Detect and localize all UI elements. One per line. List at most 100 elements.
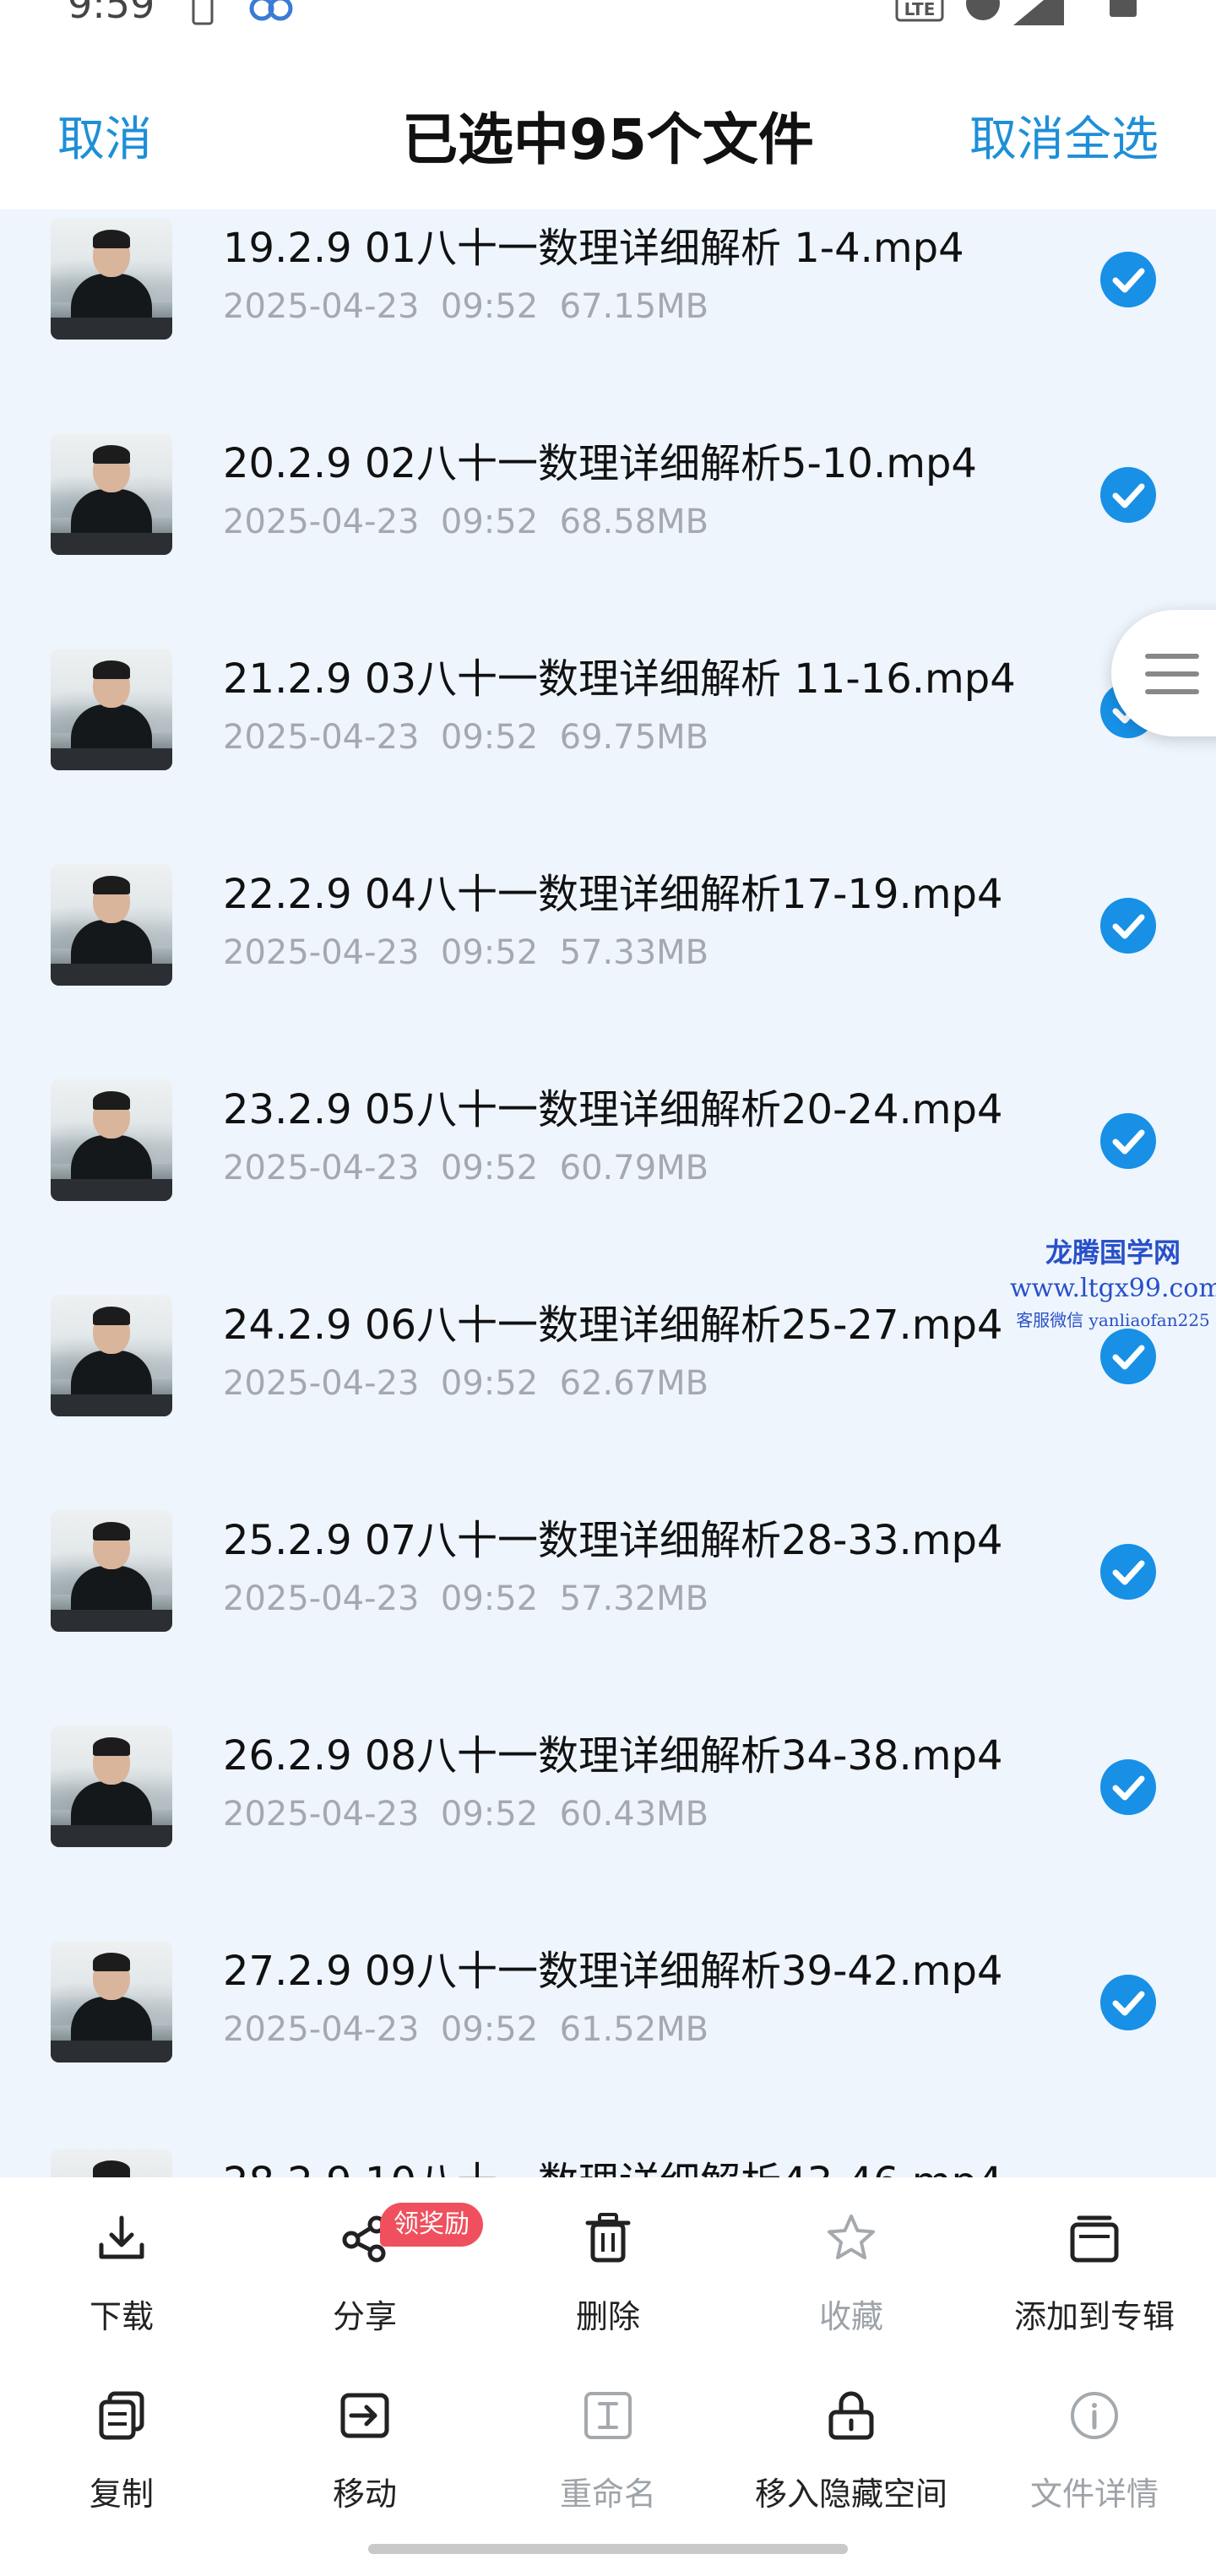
menu-icon [1145,654,1199,694]
file-name: 25.2.9 07八十一数理详细解析28-33.mp4 [223,1517,1003,1564]
file-meta: 2025-04-23 09:52 60.43MB [223,1795,708,1834]
file-size: 67.15MB [559,287,709,326]
home-indicator[interactable] [368,2544,848,2554]
move-to-hidden-space-button[interactable]: 移入隐藏空间 [730,2355,973,2524]
selected-check-icon[interactable] [1100,1329,1156,1384]
file-time: 09:52 [440,503,539,541]
copy-button[interactable]: 复制 [0,2355,243,2524]
file-time: 09:52 [440,2010,539,2049]
add-to-album-button[interactable]: 添加到专辑 [973,2177,1216,2346]
move-label: 移动 [332,2475,397,2513]
file-date: 2025-04-23 [223,503,420,541]
file-row[interactable]: 25.2.9 07八十一数理详细解析28-33.mp4 2025-04-23 0… [0,1502,1216,1717]
file-row[interactable]: 26.2.9 08八十一数理详细解析34-38.mp4 2025-04-23 0… [0,1717,1216,1932]
file-row[interactable]: 21.2.9 03八十一数理详细解析 11-16.mp4 2025-04-23 … [0,640,1216,856]
video-thumbnail [51,1510,172,1632]
download-button[interactable]: 下载 [0,2177,243,2346]
file-name: 20.2.9 02八十一数理详细解析5-10.mp4 [223,440,977,487]
move-button[interactable]: 移动 [243,2355,486,2524]
watermark-url: www.ltgx99.com [1010,1274,1216,1303]
file-size: 61.52MB [559,2010,709,2049]
share-label: 分享 [332,2298,397,2335]
deselect-all-button[interactable]: 取消全选 [969,101,1159,170]
file-size: 60.79MB [559,1149,709,1187]
file-name: 26.2.9 08八十一数理详细解析34-38.mp4 [223,1732,1003,1780]
reward-badge[interactable]: 领奖励 [380,2203,483,2247]
download-label: 下载 [89,2298,154,2335]
delete-label: 删除 [575,2298,640,2335]
copy-icon [99,2391,144,2440]
file-date: 2025-04-23 [223,718,420,757]
album-icon [1070,2215,1119,2263]
file-date: 2025-04-23 [223,2010,420,2049]
file-meta: 2025-04-23 09:52 67.15MB [223,287,708,326]
lock-icon [828,2391,874,2440]
file-meta: 2025-04-23 09:52 60.79MB [223,1149,708,1187]
video-thumbnail [51,864,172,986]
selected-check-icon[interactable] [1100,1975,1156,2030]
file-name: 19.2.9 01八十一数理详细解析 1-4.mp4 [223,225,964,272]
lte-icon: LTE [895,0,944,22]
file-size: 62.67MB [559,1364,709,1403]
add-to-album-label: 添加到专辑 [1013,2298,1175,2335]
download-icon [99,2215,144,2259]
file-meta: 2025-04-23 09:52 61.52MB [223,2010,708,2049]
file-date: 2025-04-23 [223,933,420,972]
sim-card-icon [192,0,214,25]
rename-button[interactable]: 重命名 [486,2355,730,2524]
video-thumbnail [51,1941,172,2062]
file-size: 68.58MB [559,503,709,541]
star-icon [828,2215,875,2259]
file-row[interactable]: 20.2.9 02八十一数理详细解析5-10.mp4 2025-04-23 09… [0,425,1216,640]
file-date: 2025-04-23 [223,287,420,326]
video-thumbnail [51,1725,172,1847]
file-meta: 2025-04-23 09:52 68.58MB [223,503,708,541]
file-time: 09:52 [440,1364,539,1403]
file-time: 09:52 [440,1579,539,1618]
file-date: 2025-04-23 [223,1149,420,1187]
selection-header: 取消 已选中95个文件 取消全选 [0,34,1216,209]
file-name: 28.2.9 10八十一数理详细解析43-46.mp4 [223,2149,1003,2177]
file-size: 69.75MB [559,718,709,757]
do-not-disturb-icon [966,0,1000,20]
file-row[interactable]: 22.2.9 04八十一数理详细解析17-19.mp4 2025-04-23 0… [0,856,1216,1071]
video-thumbnail [51,649,172,770]
favorite-button[interactable]: 收藏 [730,2177,973,2346]
file-time: 09:52 [440,933,539,972]
file-time: 09:52 [440,1795,539,1834]
selected-check-icon[interactable] [1100,898,1156,954]
selected-check-icon[interactable] [1100,467,1156,523]
file-meta: 2025-04-23 09:52 69.75MB [223,718,708,757]
trash-icon [585,2213,631,2263]
video-thumbnail [51,2149,172,2177]
file-row[interactable]: 27.2.9 09八十一数理详细解析39-42.mp4 2025-04-23 0… [0,1932,1216,2148]
rename-icon [584,2392,632,2439]
file-name: 23.2.9 05八十一数理详细解析20-24.mp4 [223,1086,1003,1133]
file-date: 2025-04-23 [223,1364,420,1403]
status-time: 9:59 [68,0,155,27]
move-icon [340,2393,389,2438]
selected-check-icon[interactable] [1100,252,1156,307]
file-list[interactable]: 19.2.9 01八十一数理详细解析 1-4.mp4 2025-04-23 09… [0,209,1216,2177]
file-row[interactable]: 28.2.9 10八十一数理详细解析43-46.mp4 [0,2149,1216,2177]
status-bar: 9:59 LTE [0,0,1216,34]
file-meta: 2025-04-23 09:52 57.33MB [223,933,708,972]
battery-icon [1110,0,1137,17]
app-notification-icon [249,0,293,21]
file-row[interactable]: 19.2.9 01八十一数理详细解析 1-4.mp4 2025-04-23 09… [0,209,1216,425]
move-to-hidden-space-label: 移入隐藏空间 [754,2475,947,2513]
file-details-button[interactable]: 文件详情 [973,2355,1216,2524]
selected-check-icon[interactable] [1100,1544,1156,1600]
selected-check-icon[interactable] [1100,1113,1156,1169]
file-name: 22.2.9 04八十一数理详细解析17-19.mp4 [223,871,1003,918]
file-size: 57.32MB [559,1579,709,1618]
video-thumbnail [51,218,172,340]
delete-button[interactable]: 删除 [486,2177,730,2346]
file-time: 09:52 [440,287,539,326]
file-meta: 2025-04-23 09:52 62.67MB [223,1364,708,1403]
info-icon [1071,2392,1118,2439]
file-time: 09:52 [440,1149,539,1187]
selected-check-icon[interactable] [1100,1759,1156,1815]
watermark-title: 龙腾国学网 [1045,1236,1181,1269]
copy-label: 复制 [89,2475,154,2513]
